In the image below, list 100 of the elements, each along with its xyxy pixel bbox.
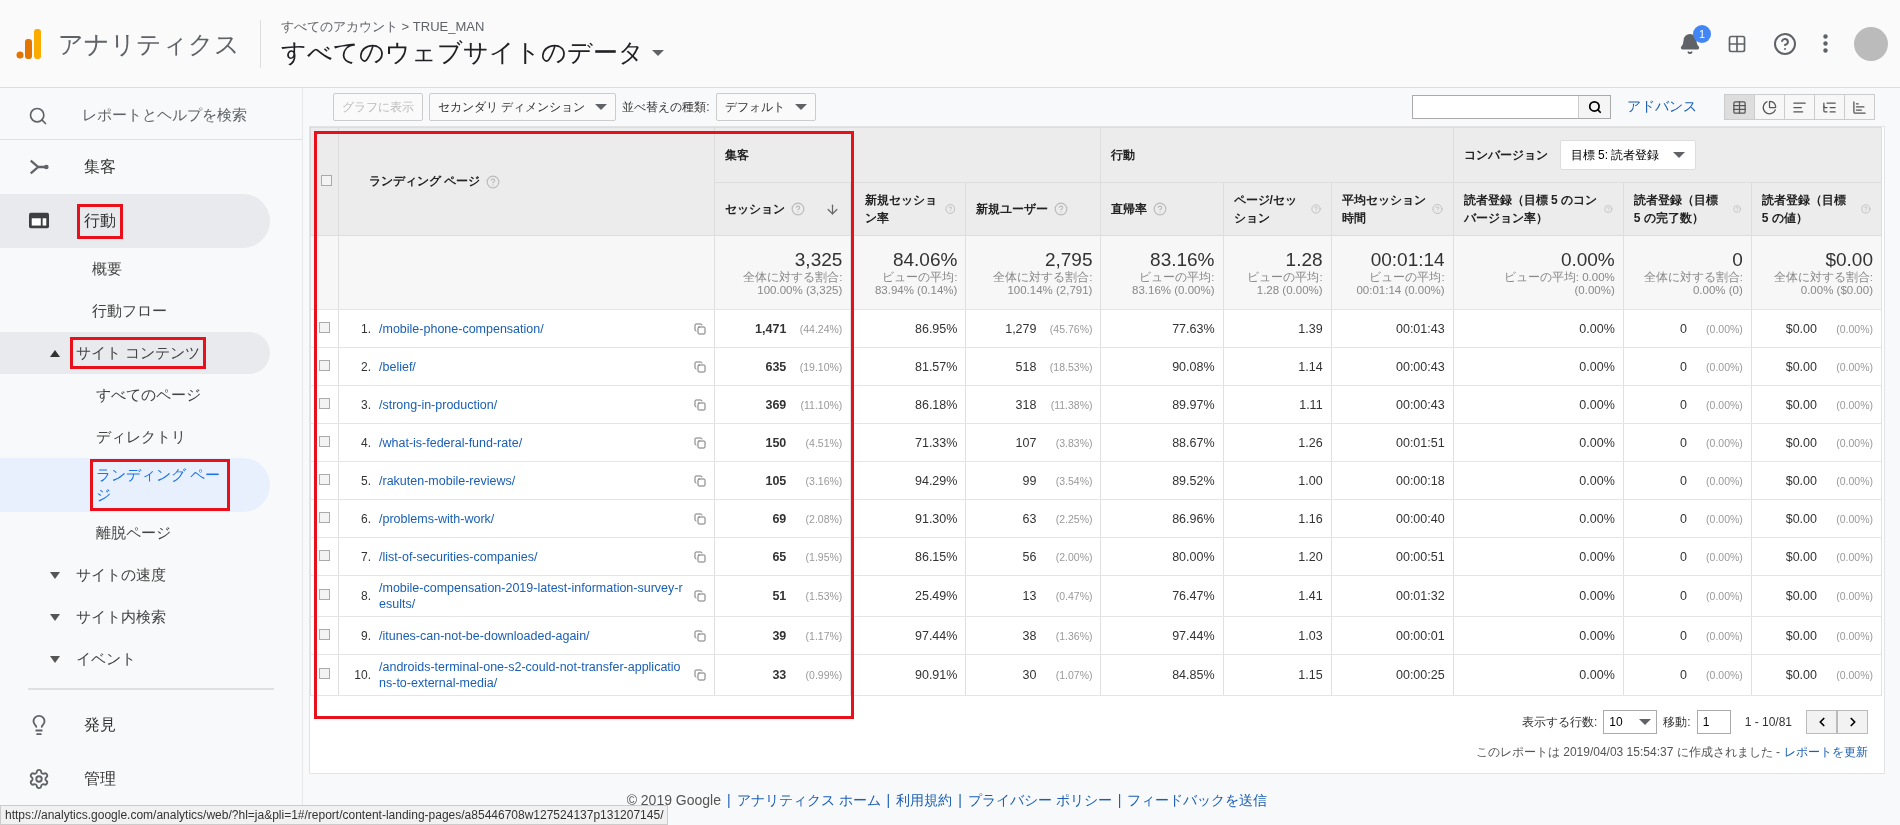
percent-text: (1.07%)	[1054, 669, 1093, 681]
nav-item[interactable]: ランディング ページ	[0, 458, 270, 512]
sort-type-dropdown[interactable]: デフォルト	[715, 93, 816, 121]
menu-button[interactable]	[1823, 34, 1828, 53]
table-cell: 635	[765, 359, 787, 374]
copy-icon[interactable]	[694, 669, 707, 681]
table-cell: 63	[1022, 511, 1037, 526]
page-link[interactable]: /what-is-federal-fund-rate/	[379, 434, 687, 451]
property-selector[interactable]: すべてのウェブサイトのデータ	[281, 36, 664, 69]
help-icon[interactable]	[486, 174, 501, 189]
avatar[interactable]	[1854, 26, 1888, 61]
rows-dropdown[interactable]: 10	[1603, 710, 1658, 734]
help-icon[interactable]	[1054, 202, 1069, 216]
nav-item[interactable]: 概要	[0, 248, 270, 290]
checkbox[interactable]	[319, 549, 330, 561]
help-icon[interactable]	[1604, 202, 1613, 216]
footer-link[interactable]: プライバシー ポリシー	[967, 792, 1112, 810]
column-header[interactable]: 新規ユーザー	[976, 200, 1049, 218]
copy-icon[interactable]	[694, 398, 707, 411]
help-icon[interactable]	[1732, 202, 1741, 216]
help-icon[interactable]	[1310, 202, 1321, 216]
goal-dropdown[interactable]: 目標 5: 読者登録	[1559, 140, 1697, 170]
nav-section[interactable]: 管理	[0, 752, 270, 806]
table-cell: 0.00%	[1579, 589, 1615, 603]
goto-input[interactable]: 1	[1696, 710, 1731, 734]
table-cell: 94.29%	[915, 473, 958, 488]
apps-button[interactable]	[1727, 33, 1747, 54]
chart-icon	[1852, 99, 1867, 115]
copy-icon[interactable]	[694, 474, 707, 487]
table-cell: 00:00:51	[1396, 549, 1445, 564]
copy-icon[interactable]	[694, 590, 707, 602]
checkbox[interactable]	[319, 435, 330, 447]
page-link[interactable]: /rakuten-mobile-reviews/	[379, 472, 687, 489]
help-icon[interactable]	[1861, 202, 1871, 216]
copy-icon[interactable]	[694, 322, 707, 335]
checkbox[interactable]	[319, 628, 330, 640]
nav-item[interactable]: すべてのページ	[0, 374, 270, 416]
page-link[interactable]: /androids-terminal-one-s2-could-not-transfer-applications-to-external-media/	[379, 659, 687, 691]
table-search-field[interactable]	[1412, 95, 1611, 119]
footer-link[interactable]: フィードバックを送信	[1127, 792, 1268, 810]
column-header[interactable]: セッション	[725, 200, 786, 218]
footer-link[interactable]: 利用規約	[896, 792, 953, 810]
help-icon[interactable]	[1431, 202, 1443, 216]
page-link[interactable]: /list-of-securities-companies/	[379, 548, 687, 565]
copy-icon[interactable]	[694, 436, 707, 449]
help-icon[interactable]	[944, 202, 956, 216]
view-toggle-button[interactable]	[1754, 94, 1785, 120]
help-icon[interactable]	[791, 202, 806, 216]
copy-icon[interactable]	[694, 629, 707, 642]
column-header[interactable]: 直帰率	[1111, 200, 1148, 218]
checkbox[interactable]	[319, 668, 330, 679]
table-cell: 00:00:25	[1396, 668, 1445, 682]
footer-link[interactable]: アナリティクス ホーム	[736, 792, 881, 810]
nav-section[interactable]: 発見	[0, 698, 270, 752]
checkbox[interactable]	[319, 359, 330, 371]
next-button[interactable]	[1837, 710, 1868, 734]
checkbox[interactable]	[319, 589, 330, 600]
page-link[interactable]: /mobile-compensation-2019-latest-information-survey-results/	[379, 580, 687, 612]
help-icon[interactable]	[1153, 202, 1168, 216]
page-link[interactable]: /mobile-phone-compensation/	[379, 320, 687, 337]
checkbox[interactable]	[319, 511, 330, 523]
view-toggle-button[interactable]	[1814, 94, 1845, 120]
table-cell: 0.00%	[1579, 321, 1615, 336]
copy-icon[interactable]	[694, 360, 707, 373]
search-button[interactable]	[1578, 96, 1610, 118]
copy-icon[interactable]	[694, 550, 707, 563]
search-reports[interactable]: レポートとヘルプを検索	[0, 92, 302, 140]
nav-section[interactable]: 集客	[0, 140, 270, 194]
nav-item[interactable]: サイトの速度	[0, 554, 270, 596]
page-link[interactable]: /problems-with-work/	[379, 510, 687, 527]
column-header[interactable]: ランディング ページ	[369, 173, 481, 190]
breadcrumb[interactable]: すべてのアカウント > TRUE_MAN	[281, 18, 664, 36]
table-cell: 0.00%	[1579, 473, 1615, 488]
view-toggle-button[interactable]	[1724, 94, 1755, 120]
checkbox[interactable]	[319, 397, 330, 409]
checkbox[interactable]	[319, 321, 330, 333]
copy-icon[interactable]	[694, 512, 707, 525]
checkbox[interactable]	[321, 174, 332, 186]
nav-item[interactable]: サイト内検索	[0, 596, 270, 638]
page-link[interactable]: /itunes-can-not-be-downloaded-again/	[379, 627, 687, 644]
page-link[interactable]: /strong-in-production/	[379, 396, 687, 413]
page-link[interactable]: /belief/	[379, 358, 687, 375]
nav-item[interactable]: 離脱ページ	[0, 512, 270, 554]
nav-item[interactable]: ディレクトリ	[0, 416, 270, 458]
checkbox[interactable]	[319, 473, 330, 485]
refresh-report-link[interactable]: レポートを更新	[1784, 744, 1868, 761]
percent-text: (44.24%)	[798, 322, 843, 335]
nav-item[interactable]: イベント	[0, 638, 270, 680]
view-toggle-button[interactable]	[1844, 94, 1875, 120]
help-button[interactable]	[1773, 31, 1797, 56]
secondary-dimension-dropdown[interactable]: セカンダリ ディメンション	[429, 93, 617, 121]
notification-button[interactable]	[1679, 32, 1701, 55]
previous-button[interactable]	[1806, 710, 1837, 734]
table-cell: 84.85%	[1172, 668, 1215, 682]
nav-item[interactable]: サイト コンテンツ	[0, 332, 270, 374]
nav-section[interactable]: 行動	[0, 194, 270, 248]
advanced-link[interactable]: アドバンス	[1627, 98, 1697, 116]
table-cell: 30	[1022, 668, 1037, 682]
view-toggle-button[interactable]	[1784, 94, 1815, 120]
nav-item[interactable]: 行動フロー	[0, 290, 270, 332]
